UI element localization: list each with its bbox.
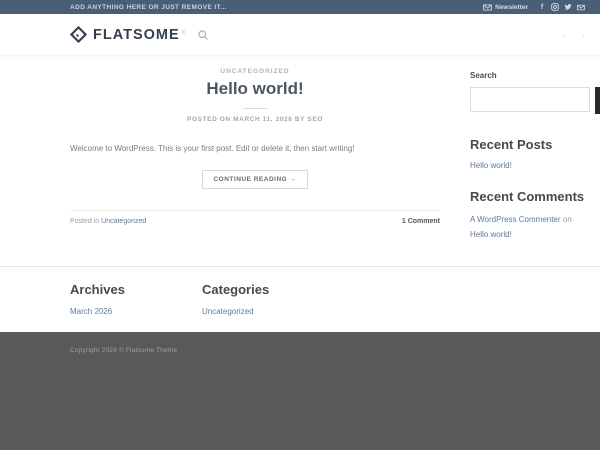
site-header: FLATSOME ® ‹ › (0, 14, 600, 55)
archive-link[interactable]: March 2026 (70, 307, 112, 316)
twitter-icon[interactable] (564, 3, 572, 11)
page: ADD ANYTHING HERE OR JUST REMOVE IT... N… (0, 0, 600, 450)
sidebar: Search Search Recent Posts Hello world! … (470, 55, 600, 242)
header-arrows: ‹ › (562, 28, 585, 41)
logo-text: FLATSOME (93, 27, 180, 43)
topbar-message: ADD ANYTHING HERE OR JUST REMOVE IT... (70, 4, 227, 11)
post-category[interactable]: UNCATEGORIZED (70, 68, 440, 75)
posted-in: Posted in Uncategorized (70, 218, 146, 225)
categories-widget: Categories Uncategorized (202, 282, 334, 319)
commenter-link[interactable]: A WordPress Commenter (470, 215, 561, 224)
recent-post-link[interactable]: Hello world! (470, 161, 512, 170)
post-excerpt: Welcome to WordPress. This is your first… (70, 143, 440, 155)
email-icon[interactable] (577, 3, 585, 11)
flatsome-gem-icon (70, 26, 87, 43)
continue-reading-button[interactable]: CONTINUE READING → (202, 170, 307, 189)
blog-post: UNCATEGORIZED Hello world! POSTED ON MAR… (70, 55, 440, 242)
search-icon[interactable] (197, 29, 209, 41)
search-button[interactable]: Search (595, 87, 600, 114)
registered-mark: ® (182, 30, 186, 36)
absolute-footer: Copyright 2026 © Flatsome Theme (0, 332, 600, 450)
archives-widget: Archives March 2026 (70, 282, 202, 319)
recent-comment-item: A WordPress Commenter on Hello world! (470, 212, 600, 242)
footer-widgets: Archives March 2026 Categories Uncategor… (0, 266, 600, 332)
prev-arrow[interactable]: ‹ (562, 28, 566, 41)
posted-in-label: Posted in (70, 218, 99, 225)
post-title[interactable]: Hello world! (70, 79, 440, 99)
title-divider (243, 108, 267, 109)
copyright-text: Copyright 2026 © Flatsome Theme (70, 347, 177, 354)
instagram-icon[interactable] (551, 3, 559, 11)
categories-title: Categories (202, 282, 334, 297)
main-content: UNCATEGORIZED Hello world! POSTED ON MAR… (0, 55, 600, 266)
search-widget-title: Search (470, 71, 600, 80)
newsletter-label: Newsletter (495, 4, 528, 11)
posted-in-category-link[interactable]: Uncategorized (101, 218, 146, 225)
recent-posts-title: Recent Posts (470, 137, 600, 152)
social-icons: f (538, 3, 585, 11)
category-link[interactable]: Uncategorized (202, 307, 254, 316)
commented-post-link[interactable]: Hello world! (470, 230, 512, 239)
newsletter-link[interactable]: Newsletter (483, 4, 528, 11)
envelope-icon (483, 4, 492, 11)
post-footer: Posted in Uncategorized 1 Comment (70, 210, 440, 225)
comment-connector: on (563, 215, 572, 224)
search-form: Search (470, 87, 600, 114)
comments-link[interactable]: 1 Comment (402, 218, 440, 225)
next-arrow[interactable]: › (581, 28, 585, 41)
site-logo[interactable]: FLATSOME ® (70, 26, 185, 43)
recent-comments-title: Recent Comments (470, 189, 600, 204)
facebook-icon[interactable]: f (538, 3, 546, 11)
topbar: ADD ANYTHING HERE OR JUST REMOVE IT... N… (0, 0, 600, 14)
post-meta: POSTED ON MARCH 11, 2026 BY SEO (70, 116, 440, 123)
archives-title: Archives (70, 282, 202, 297)
topbar-right: Newsletter f (483, 3, 585, 11)
search-input[interactable] (470, 87, 590, 112)
